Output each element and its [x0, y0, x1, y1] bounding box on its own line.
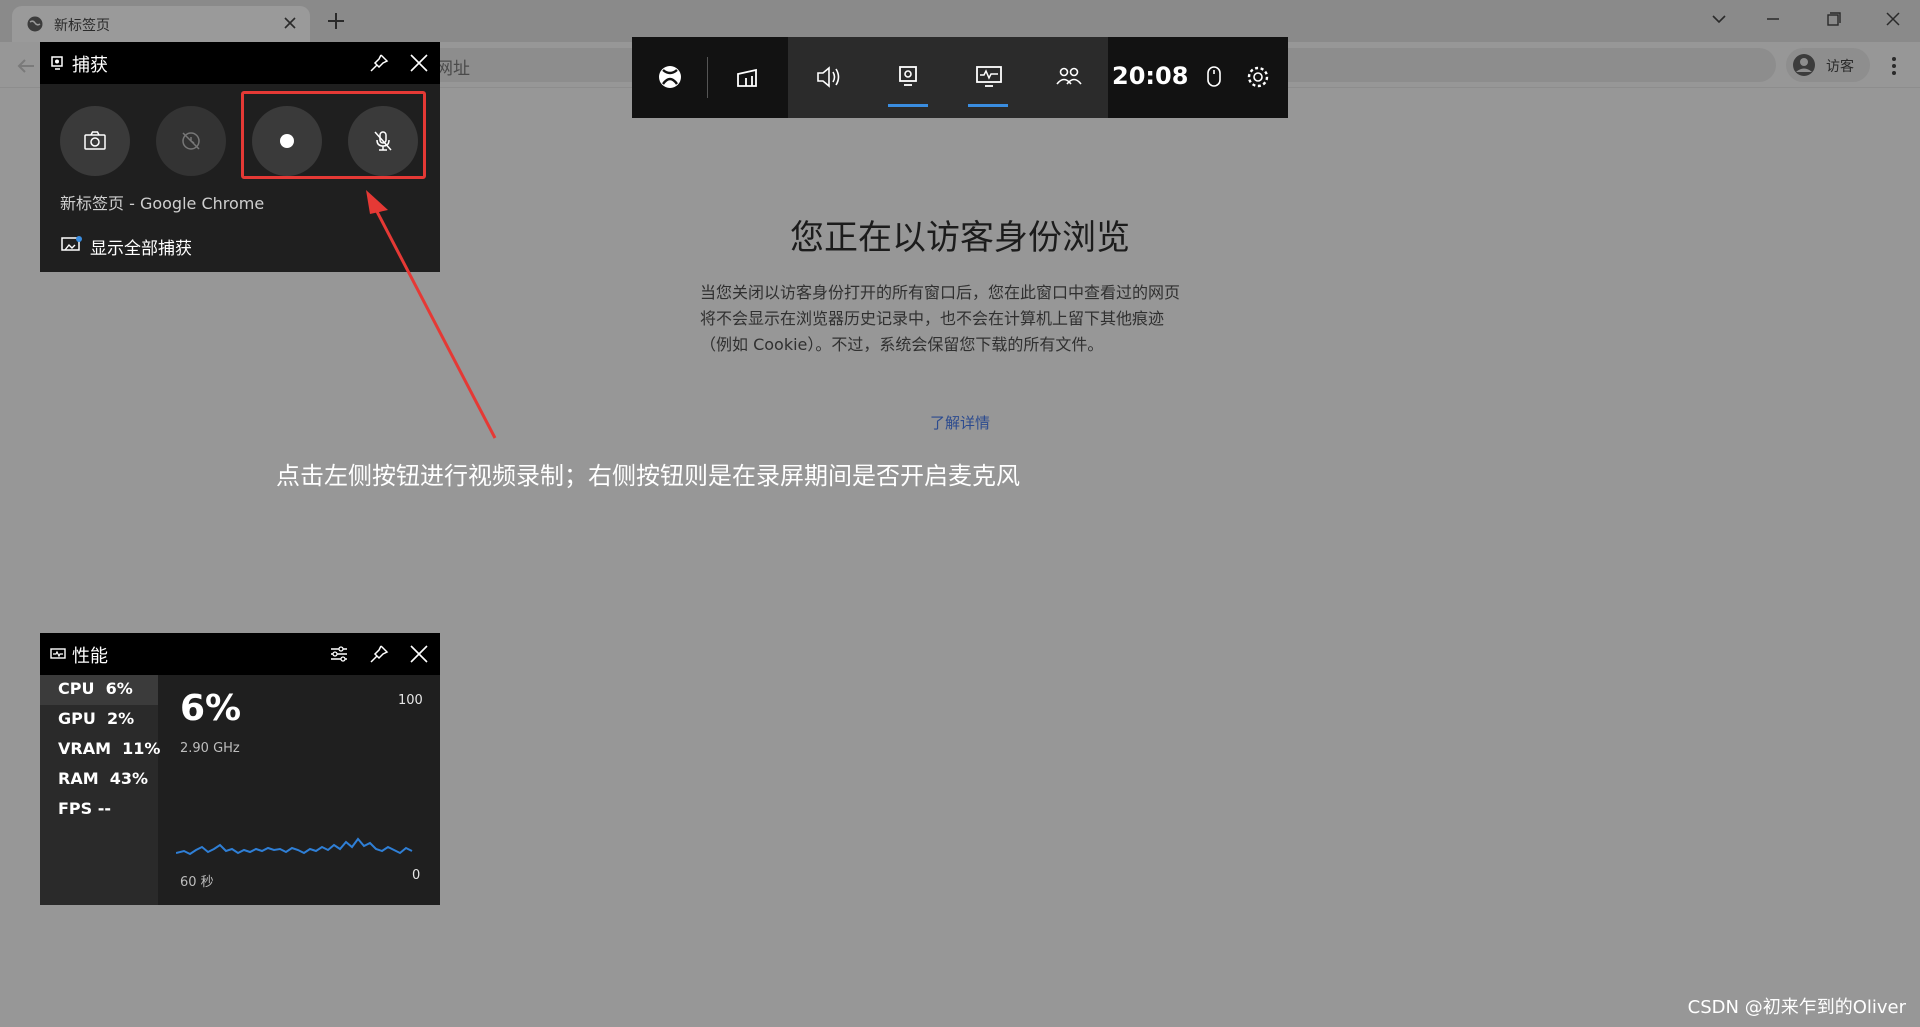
- usage-graph: [176, 837, 413, 856]
- capture-widget-icon: [51, 56, 63, 70]
- capture-button[interactable]: [878, 37, 938, 118]
- metric-name: VRAM: [58, 739, 112, 758]
- tab-strip: 新标签页: [0, 0, 1920, 42]
- metric-ram[interactable]: RAM 43%: [58, 769, 148, 788]
- record-last-disabled-icon: [182, 132, 200, 150]
- current-usage: 6%: [180, 688, 242, 729]
- xbox-icon: [659, 66, 681, 88]
- show-all-captures-link[interactable]: 显示全部捕获: [90, 234, 192, 259]
- tab-close-icon[interactable]: [280, 13, 300, 33]
- audio-button[interactable]: [798, 37, 858, 118]
- social-icon: [1056, 67, 1082, 85]
- metric-name: FPS: [58, 799, 93, 818]
- metric-value: 2%: [107, 709, 135, 728]
- options-sliders-icon[interactable]: [328, 643, 350, 665]
- tab-search-icon[interactable]: [1704, 6, 1734, 32]
- performance-widget: 性能 CPU 6% GPU 2% VRAM 11% RAM 43% FPS --…: [40, 633, 440, 905]
- close-icon[interactable]: [408, 52, 430, 74]
- performance-active-indicator: [968, 104, 1008, 107]
- description-line: 当您关闭以访客身份打开的所有窗口后，您在此窗口中查看过的网页: [700, 283, 1181, 302]
- game-bar: 20:08: [632, 37, 1288, 118]
- mouse-lock-button[interactable]: [1194, 37, 1234, 118]
- window-close-icon[interactable]: [1878, 6, 1908, 32]
- social-button[interactable]: [1038, 37, 1098, 118]
- xbox-button[interactable]: [640, 37, 700, 118]
- profile-label: 访客: [1826, 59, 1854, 75]
- performance-icon: [976, 66, 1002, 87]
- watermark: CSDN @初来乍到的Oliver: [1687, 997, 1906, 1018]
- description-line: 将不会显示在浏览器历史记录中，也不会在计算机上留下其他痕迹: [700, 309, 1165, 328]
- metric-cpu[interactable]: CPU 6%: [58, 679, 133, 698]
- metric-vram[interactable]: VRAM 11%: [58, 739, 160, 758]
- pin-icon[interactable]: [368, 52, 390, 74]
- description-line: （例如 Cookie）。不过，系统会保留您下载的所有文件。: [700, 335, 1104, 354]
- performance-button[interactable]: [958, 37, 1018, 118]
- capture-widget-header[interactable]: 捕获: [40, 42, 440, 84]
- annotation-text: 点击左侧按钮进行视频录制；右侧按钮则是在录屏期间是否开启麦克风: [276, 462, 1020, 490]
- capture-widget-title: 捕获: [72, 55, 108, 76]
- metric-fps[interactable]: FPS --: [58, 799, 111, 818]
- metric-name: RAM: [58, 769, 99, 788]
- capture-source: 新标签页 - Google Chrome: [60, 194, 265, 213]
- capture-active-indicator: [888, 104, 928, 107]
- performance-widget-header[interactable]: 性能: [40, 633, 440, 675]
- game-bar-separator: [707, 57, 708, 98]
- metric-value: --: [97, 799, 112, 818]
- clock: 20:08: [1112, 62, 1189, 90]
- graph-min-label: 0: [412, 868, 421, 883]
- back-arrow-icon[interactable]: [14, 54, 38, 78]
- widget-menu-button[interactable]: [718, 37, 778, 118]
- graph-max-label: 100: [398, 693, 423, 708]
- globe-icon: [27, 16, 43, 32]
- avatar-icon: [1793, 54, 1815, 76]
- mouse-icon: [1207, 66, 1221, 87]
- metric-value: 43%: [109, 769, 149, 788]
- metric-name: CPU: [58, 679, 95, 698]
- address-bar-placeholder: 网址: [436, 59, 470, 79]
- restore-icon[interactable]: [1818, 6, 1848, 32]
- learn-more-link[interactable]: 了解详情: [0, 412, 1920, 433]
- metric-value: 11%: [122, 739, 161, 758]
- minimize-icon[interactable]: [1758, 6, 1788, 32]
- browser-tab[interactable]: 新标签页: [12, 6, 310, 42]
- new-tab-icon[interactable]: [324, 9, 348, 33]
- screenshot-button[interactable]: [60, 106, 130, 176]
- metric-gpu[interactable]: GPU 2%: [58, 709, 134, 728]
- audio-icon: [817, 66, 840, 88]
- record-last-30s-button[interactable]: [156, 106, 226, 176]
- widget-menu-icon: [737, 68, 757, 87]
- close-icon[interactable]: [408, 643, 430, 665]
- pin-icon[interactable]: [368, 643, 390, 665]
- page-description: 当您关闭以访客身份打开的所有窗口后，您在此窗口中查看过的网页 将不会显示在浏览器…: [700, 280, 1220, 358]
- metric-value: 6%: [105, 679, 133, 698]
- performance-widget-icon: [50, 648, 66, 659]
- gallery-icon: [61, 236, 82, 251]
- cpu-frequency: 2.90 GHz: [180, 741, 240, 756]
- settings-icon: [1247, 66, 1269, 88]
- performance-widget-title: 性能: [72, 646, 108, 667]
- settings-button[interactable]: [1232, 37, 1288, 118]
- time-window-label: 60 秒: [180, 875, 214, 890]
- capture-icon: [899, 66, 917, 86]
- more-menu-icon[interactable]: [1882, 54, 1906, 78]
- camera-icon: [84, 131, 106, 150]
- metric-name: GPU: [58, 709, 96, 728]
- highlight-box: [241, 91, 426, 179]
- tab-title: 新标签页: [54, 18, 110, 34]
